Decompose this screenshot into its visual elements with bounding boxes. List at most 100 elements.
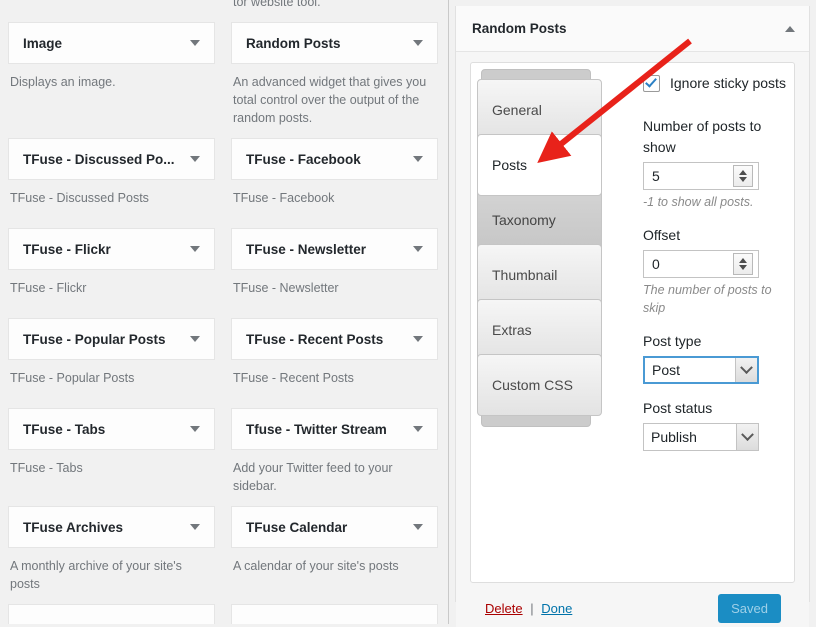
widget-item[interactable]: TFuse - Newsletter (231, 228, 438, 270)
number-of-posts-value: 5 (644, 168, 733, 184)
chevron-down-icon[interactable] (190, 40, 200, 46)
ignore-sticky-checkbox[interactable] (643, 75, 660, 92)
ignore-sticky-label: Ignore sticky posts (670, 73, 786, 94)
chevron-down-icon[interactable] (190, 246, 200, 252)
widget-item[interactable]: Tfuse - Twitter Stream (231, 408, 438, 450)
stepper-up-icon[interactable] (739, 170, 747, 175)
widget-item[interactable]: TFuse - Facebook (231, 138, 438, 180)
widget-item-description: A calendar of your site's posts (231, 548, 438, 596)
widget-item-title: TFuse Calendar (246, 520, 413, 535)
tab-thumbnail[interactable]: Thumbnail (477, 244, 602, 306)
offset-label: Offset (643, 225, 795, 246)
random-posts-widget-panel: Random Posts General Posts (456, 6, 809, 627)
chevron-down-icon[interactable] (735, 358, 757, 382)
stepper-down-icon[interactable] (739, 177, 747, 182)
number-of-posts-label: Number of posts to show (643, 116, 795, 158)
available-widgets-grid: Displays an image gallery. Add the Google… (0, 0, 448, 624)
widget-panel-title: Random Posts (472, 21, 785, 36)
widget-cell: Image Displays an image. (8, 22, 215, 138)
widget-item[interactable]: TFuse Archives (8, 506, 215, 548)
tab-extras-label: Extras (492, 322, 532, 338)
stepper-up-icon[interactable] (739, 258, 747, 263)
widget-item[interactable]: TFuse - Flickr (8, 228, 215, 270)
widget-item[interactable]: Random Posts (231, 22, 438, 64)
chevron-down-icon[interactable] (413, 40, 423, 46)
widget-description: Add the Google Language Transla-tor webs… (231, 0, 438, 22)
widget-cell: TFuse - Popular Posts TFuse - Popular Pos… (8, 318, 215, 408)
chevron-down-icon[interactable] (413, 426, 423, 432)
widget-cell: TFuse - FacebookTFuse - Facebook (231, 138, 438, 228)
chevron-down-icon[interactable] (190, 524, 200, 530)
chevron-down-icon[interactable] (736, 424, 758, 450)
chevron-down-icon[interactable] (190, 426, 200, 432)
chevron-down-icon[interactable] (413, 156, 423, 162)
tab-posts[interactable]: Posts (477, 134, 602, 196)
widget-item[interactable]: TFuse - Discussed Po... (8, 138, 215, 180)
ignore-sticky-row[interactable]: Ignore sticky posts (643, 73, 795, 94)
widget-item-title: TFuse Archives (23, 520, 190, 535)
delete-link[interactable]: Delete (485, 601, 523, 616)
number-of-posts-help: -1 to show all posts. (643, 193, 795, 211)
chevron-up-icon[interactable] (785, 26, 795, 32)
widget-cell: TFuse ArchivesA monthly archive of your … (8, 506, 215, 604)
chevron-down-icon[interactable] (413, 336, 423, 342)
post-status-label: Post status (643, 398, 795, 419)
widget-panel-header[interactable]: Random Posts (456, 6, 809, 52)
tab-extras[interactable]: Extras (477, 299, 602, 361)
chevron-down-icon[interactable] (413, 524, 423, 530)
widget-item-title: TFuse - Popular Posts (23, 332, 190, 347)
widget-item-description: TFuse - Recent Posts (231, 360, 438, 408)
stepper-down-icon[interactable] (739, 265, 747, 270)
widget-cell: TFuse - Discussed Po...TFuse - Discussed… (8, 138, 215, 228)
widget-cell: Tfuse - Twitter StreamAdd your Twitter f… (231, 408, 438, 506)
post-type-select[interactable]: Post (643, 356, 759, 384)
widget-item-description: TFuse - Tabs (8, 450, 215, 498)
save-button[interactable]: Saved (718, 594, 781, 623)
offset-input[interactable]: 0 (643, 250, 759, 278)
chevron-down-icon[interactable] (190, 336, 200, 342)
widget-item-description: Displays an image. (8, 64, 215, 112)
widget-cell: TFuse Calendar A calendar of your site's … (231, 506, 438, 604)
sidebar-column: Random Posts General Posts (449, 0, 816, 624)
tab-custom-css-label: Custom CSS (492, 377, 573, 393)
post-type-label: Post type (643, 331, 795, 352)
done-link[interactable]: Done (541, 601, 572, 616)
widget-item-description: TFuse - Newsletter (231, 270, 438, 318)
post-status-select[interactable]: Publish (643, 423, 759, 451)
number-of-posts-input[interactable]: 5 (643, 162, 759, 190)
widget-item-title: TFuse - Tabs (23, 422, 190, 437)
tab-posts-label: Posts (492, 157, 527, 173)
widget-item-title: Tfuse - Twitter Stream (246, 422, 413, 437)
number-of-posts-field: Number of posts to show 5 -1 to show all… (643, 116, 795, 211)
widget-item[interactable]: TFuse - Recent Posts (231, 318, 438, 360)
widget-cell (8, 604, 215, 624)
widget-cell: TFuse - FlickrTFuse - Flickr (8, 228, 215, 318)
chevron-down-icon[interactable] (413, 246, 423, 252)
post-status-value: Publish (644, 429, 736, 445)
widget-item[interactable] (8, 604, 215, 624)
widget-item[interactable]: TFuse - Tabs (8, 408, 215, 450)
chevron-down-icon[interactable] (190, 156, 200, 162)
widget-item-description: TFuse - Popular Posts (8, 360, 215, 408)
widget-item-description: An advanced widget that gives you total … (231, 64, 438, 138)
number-of-posts-stepper[interactable] (733, 165, 753, 187)
offset-help: The number of posts to skip (643, 281, 795, 317)
offset-value: 0 (644, 256, 733, 272)
tab-general[interactable]: General (477, 79, 602, 141)
widget-item[interactable]: TFuse - Popular Posts (8, 318, 215, 360)
posts-tab-fields: Ignore sticky posts Number of posts to s… (643, 73, 795, 465)
footer-separator: | (526, 601, 537, 616)
widget-description-clipped: Displays an image gallery. (8, 0, 215, 22)
tab-custom-css[interactable]: Custom CSS (477, 354, 602, 416)
widget-item-title: TFuse - Flickr (23, 242, 190, 257)
widget-settings-form: General Posts Taxonomy Thumbnail Extras (470, 62, 795, 583)
settings-tab-strip: General Posts Taxonomy Thumbnail Extras (477, 69, 602, 427)
widget-item[interactable] (231, 604, 438, 624)
widget-item[interactable]: Image (8, 22, 215, 64)
offset-stepper[interactable] (733, 253, 753, 275)
widget-panel-footer: Delete | Done Saved (470, 583, 795, 627)
widget-item[interactable]: TFuse Calendar (231, 506, 438, 548)
widget-item-title: TFuse - Recent Posts (246, 332, 413, 347)
widget-item-title: Image (23, 36, 190, 51)
tab-taxonomy[interactable]: Taxonomy (477, 189, 602, 251)
